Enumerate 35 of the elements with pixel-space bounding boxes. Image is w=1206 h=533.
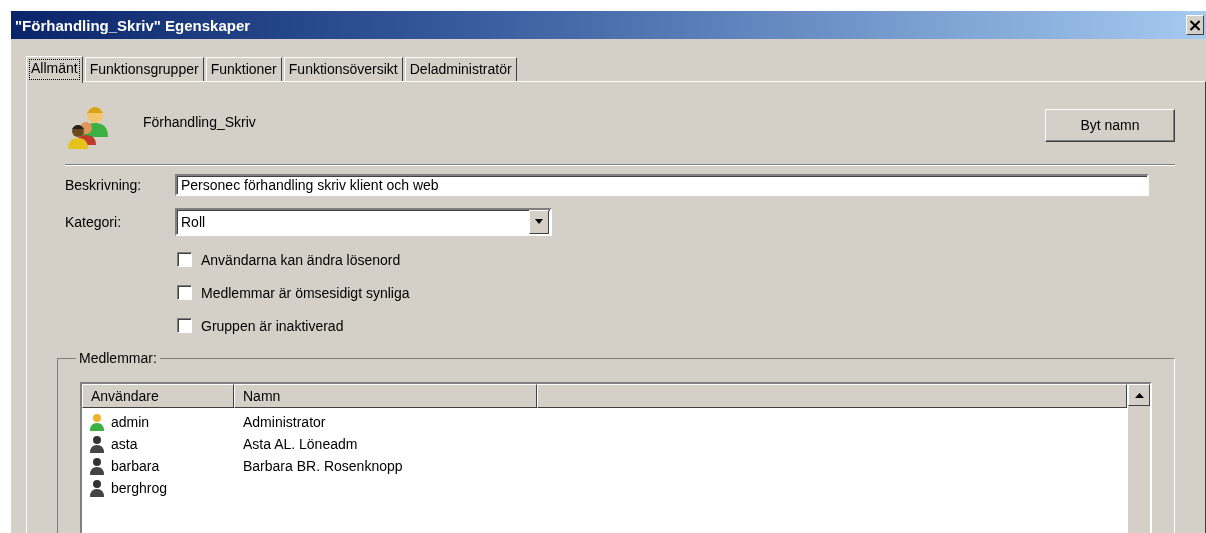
user-full-name: Administrator <box>242 414 327 430</box>
user-id[interactable]: asta <box>111 436 138 452</box>
tab[interactable]: Funktionsöversikt <box>283 57 403 81</box>
user-icon <box>89 479 105 497</box>
user-icon <box>89 457 105 475</box>
checkbox-label: Användarna kan ändra lösenord <box>201 251 401 268</box>
group-name: Förhandling_Skriv <box>143 114 257 130</box>
category-dropdown[interactable]: Roll <box>175 207 552 236</box>
description-field[interactable]: Personec förhandling skriv klient och web <box>175 173 1149 196</box>
tab[interactable]: Allmänt <box>26 56 83 83</box>
close-button[interactable]: × <box>1186 15 1204 35</box>
checkbox[interactable] <box>177 318 192 333</box>
scrollbar[interactable] <box>1127 384 1150 533</box>
user-id[interactable]: berghrog <box>111 480 168 496</box>
checkbox[interactable] <box>177 252 192 267</box>
rename-button[interactable]: Byt namn <box>1045 108 1175 142</box>
column-header[interactable]: Namn <box>234 384 537 408</box>
column-header[interactable]: Användare <box>82 384 234 408</box>
scroll-up-icon[interactable] <box>1128 384 1150 406</box>
field-label: Beskrivning: <box>65 176 143 193</box>
user-full-name: Barbara BR. Rosenknopp <box>242 458 404 474</box>
user-icon <box>89 435 105 453</box>
user-icon <box>89 413 105 431</box>
checkbox[interactable] <box>177 285 192 300</box>
field-label: Kategori: <box>65 213 123 230</box>
tab[interactable]: Funktionsgrupper <box>84 57 204 81</box>
checkbox-label: Gruppen är inaktiverad <box>201 317 344 334</box>
group-title: Medlemmar: <box>78 350 158 366</box>
user-id[interactable]: barbara <box>111 458 160 474</box>
window-title: "Förhandling_Skriv" Egenskaper <box>15 16 251 34</box>
user-full-name: Asta AL. Löneadm <box>242 436 359 452</box>
tab[interactable]: Funktioner <box>205 57 282 81</box>
user-id[interactable]: admin <box>111 414 150 430</box>
checkbox-label: Medlemmar är ömsesidigt synliga <box>201 284 410 301</box>
tab[interactable]: Deladministratör <box>404 57 517 81</box>
